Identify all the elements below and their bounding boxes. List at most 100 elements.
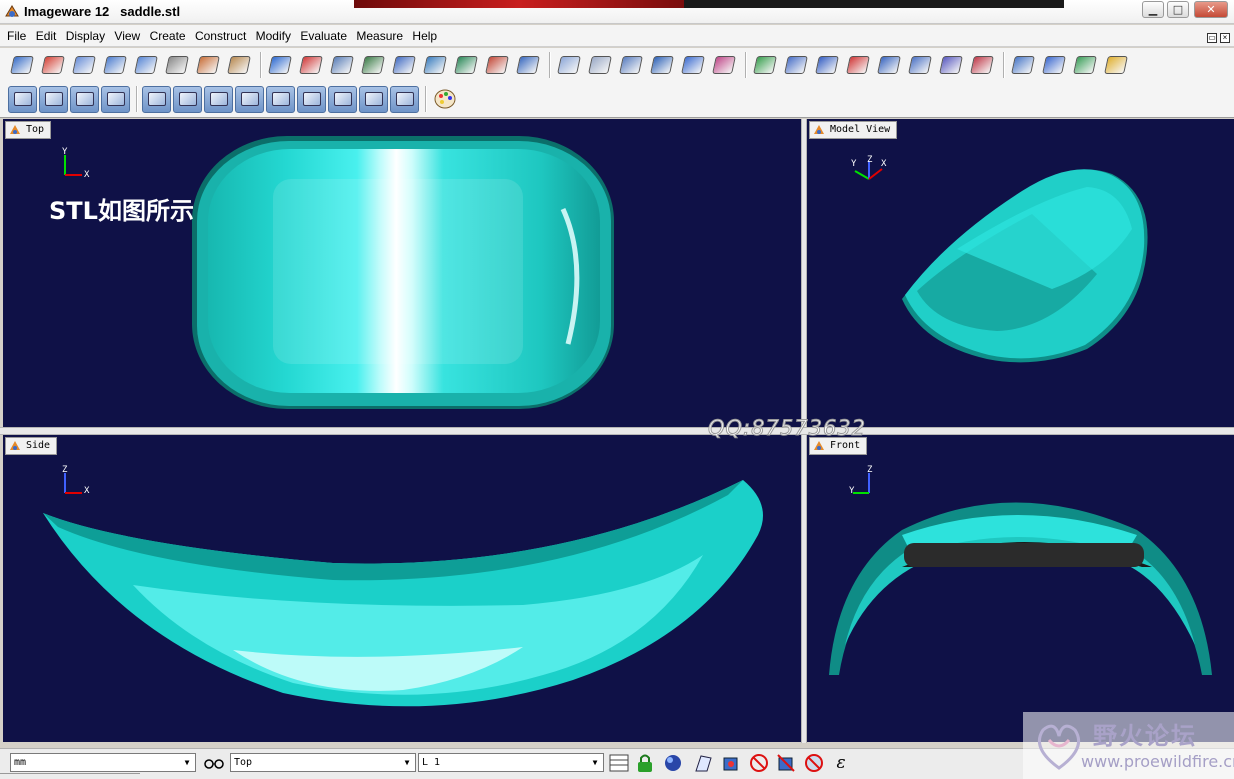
node-network-icon[interactable] [617, 52, 645, 78]
pyramid-icon[interactable] [514, 52, 542, 78]
viewport-top-tab[interactable]: Top [5, 121, 52, 139]
window-title: Imageware 12 saddle.stl [24, 4, 180, 19]
cylinder-icon[interactable] [648, 52, 676, 78]
epsilon-icon[interactable]: ε [830, 752, 852, 774]
menu-modify[interactable]: Modify [253, 25, 294, 43]
no-entry-icon[interactable] [390, 85, 419, 113]
maximize-button[interactable]: □ [1167, 1, 1189, 18]
circuit-icon[interactable] [163, 52, 191, 78]
menu-measure[interactable]: Measure [353, 25, 406, 43]
toolbar-row-1 [8, 50, 1133, 80]
offset-icon[interactable] [1040, 52, 1068, 78]
viewport-side-tab[interactable]: Side [5, 437, 58, 455]
toolbar-separator [260, 52, 262, 78]
glasses-icon[interactable] [203, 752, 225, 774]
menu-edit[interactable]: Edit [33, 25, 60, 43]
globe-icon[interactable] [662, 752, 684, 774]
blend-icon[interactable] [328, 52, 356, 78]
flow-icon[interactable] [235, 85, 264, 113]
cloud-display-icon[interactable] [8, 85, 37, 113]
forum-name: 野火论坛 [1093, 722, 1197, 750]
render-off-icon[interactable] [775, 752, 797, 774]
panel-icon[interactable] [906, 52, 934, 78]
menu-create[interactable]: Create [147, 25, 189, 43]
ruled-surface-icon[interactable] [359, 52, 387, 78]
menu-help[interactable]: Help [409, 25, 440, 43]
viewport-model[interactable]: Model View Y Z X [807, 119, 1234, 427]
cross-icon[interactable] [359, 85, 388, 113]
menu-construct[interactable]: Construct [192, 25, 249, 43]
mdi-restore-icon[interactable]: ▭ [1207, 33, 1217, 43]
sheet-icon-glyph [333, 92, 352, 106]
open-file-icon[interactable] [8, 52, 36, 78]
no-entry-icon-2[interactable] [803, 752, 825, 774]
mdi-close-icon[interactable]: × [1220, 33, 1230, 43]
viewport-model-tab[interactable]: Model View [809, 121, 898, 139]
sheet-icon[interactable] [328, 85, 357, 113]
side-view-model [43, 480, 763, 707]
mesh-display-icon[interactable] [101, 85, 130, 113]
layers-icon[interactable] [1071, 52, 1099, 78]
close-button[interactable]: ✕ [1194, 1, 1228, 18]
horizontal-splitter[interactable] [0, 427, 1234, 435]
mdi-controls: ▭ × [1204, 29, 1230, 43]
imageware-window: Imageware 12 saddle.stl ▁ □ ✕ File Edit … [0, 0, 1234, 779]
top-axis-triad: Y X [60, 147, 90, 180]
viewport-front[interactable]: Front Z Y [807, 435, 1234, 742]
menu-view[interactable]: View [111, 25, 143, 43]
surface-red-icon[interactable] [297, 52, 325, 78]
layer-select[interactable]: L 1 ▼ [418, 753, 604, 772]
rectangle-surface-icon[interactable] [452, 52, 480, 78]
window-grid-icon[interactable] [608, 752, 630, 774]
point-cloud-icon[interactable] [39, 52, 67, 78]
wire-cube-icon[interactable] [586, 52, 614, 78]
cross-section-icon[interactable] [679, 52, 707, 78]
viewport-side[interactable]: Side Z X [3, 435, 801, 742]
axis-label-y: Y [849, 486, 855, 496]
magnet-icon[interactable] [968, 52, 996, 78]
units-value: mm [14, 757, 27, 768]
shell-icon[interactable] [225, 52, 253, 78]
no-entry-icon[interactable] [748, 752, 770, 774]
graph-curve-icon[interactable] [297, 85, 326, 113]
palette-icon[interactable] [431, 86, 459, 112]
grid-icon[interactable] [142, 85, 171, 113]
chevron-down-icon: ▼ [592, 758, 598, 767]
color-surface-icon[interactable] [751, 52, 779, 78]
menu-file[interactable]: File [4, 25, 29, 43]
cone-mesh-icon[interactable] [194, 52, 222, 78]
cube-icon[interactable] [132, 52, 160, 78]
curve-points-icon[interactable] [710, 52, 738, 78]
curve-display-icon[interactable] [39, 85, 68, 113]
patch-icon[interactable] [813, 52, 841, 78]
flag-icon[interactable] [692, 752, 714, 774]
plane-icon[interactable] [101, 52, 129, 78]
viewport-top[interactable]: Top Y X STL如图所示 [3, 119, 801, 427]
fillet-icon[interactable] [1009, 52, 1037, 78]
sweep-icon-glyph [392, 56, 416, 74]
sweep-icon[interactable] [390, 52, 418, 78]
menu-display[interactable]: Display [63, 25, 108, 43]
lightning-icon[interactable] [173, 85, 202, 113]
wave-icon[interactable] [204, 85, 233, 113]
probe-icon[interactable] [937, 52, 965, 78]
lock-icon[interactable] [634, 752, 656, 774]
arrow-split-icon[interactable] [844, 52, 872, 78]
gradient-icon[interactable] [1102, 52, 1130, 78]
menu-evaluate[interactable]: Evaluate [297, 25, 350, 43]
units-select[interactable]: mm ▼ [10, 753, 196, 772]
render-cube-icon[interactable] [720, 752, 742, 774]
surface-display-icon[interactable] [70, 85, 99, 113]
fold-icon[interactable] [483, 52, 511, 78]
loft-icon[interactable] [421, 52, 449, 78]
viewport-side-label: Side [26, 440, 51, 451]
surface-blue-icon[interactable] [266, 52, 294, 78]
tape-icon[interactable] [875, 52, 903, 78]
sweep-curve-icon[interactable] [266, 85, 295, 113]
minimize-button[interactable]: ▁ [1142, 1, 1164, 18]
scan-icon[interactable] [70, 52, 98, 78]
toolbar-area [0, 48, 1234, 118]
view-select[interactable]: Top ▼ [230, 753, 416, 772]
align-icon[interactable] [782, 52, 810, 78]
wire-box-icon[interactable] [555, 52, 583, 78]
